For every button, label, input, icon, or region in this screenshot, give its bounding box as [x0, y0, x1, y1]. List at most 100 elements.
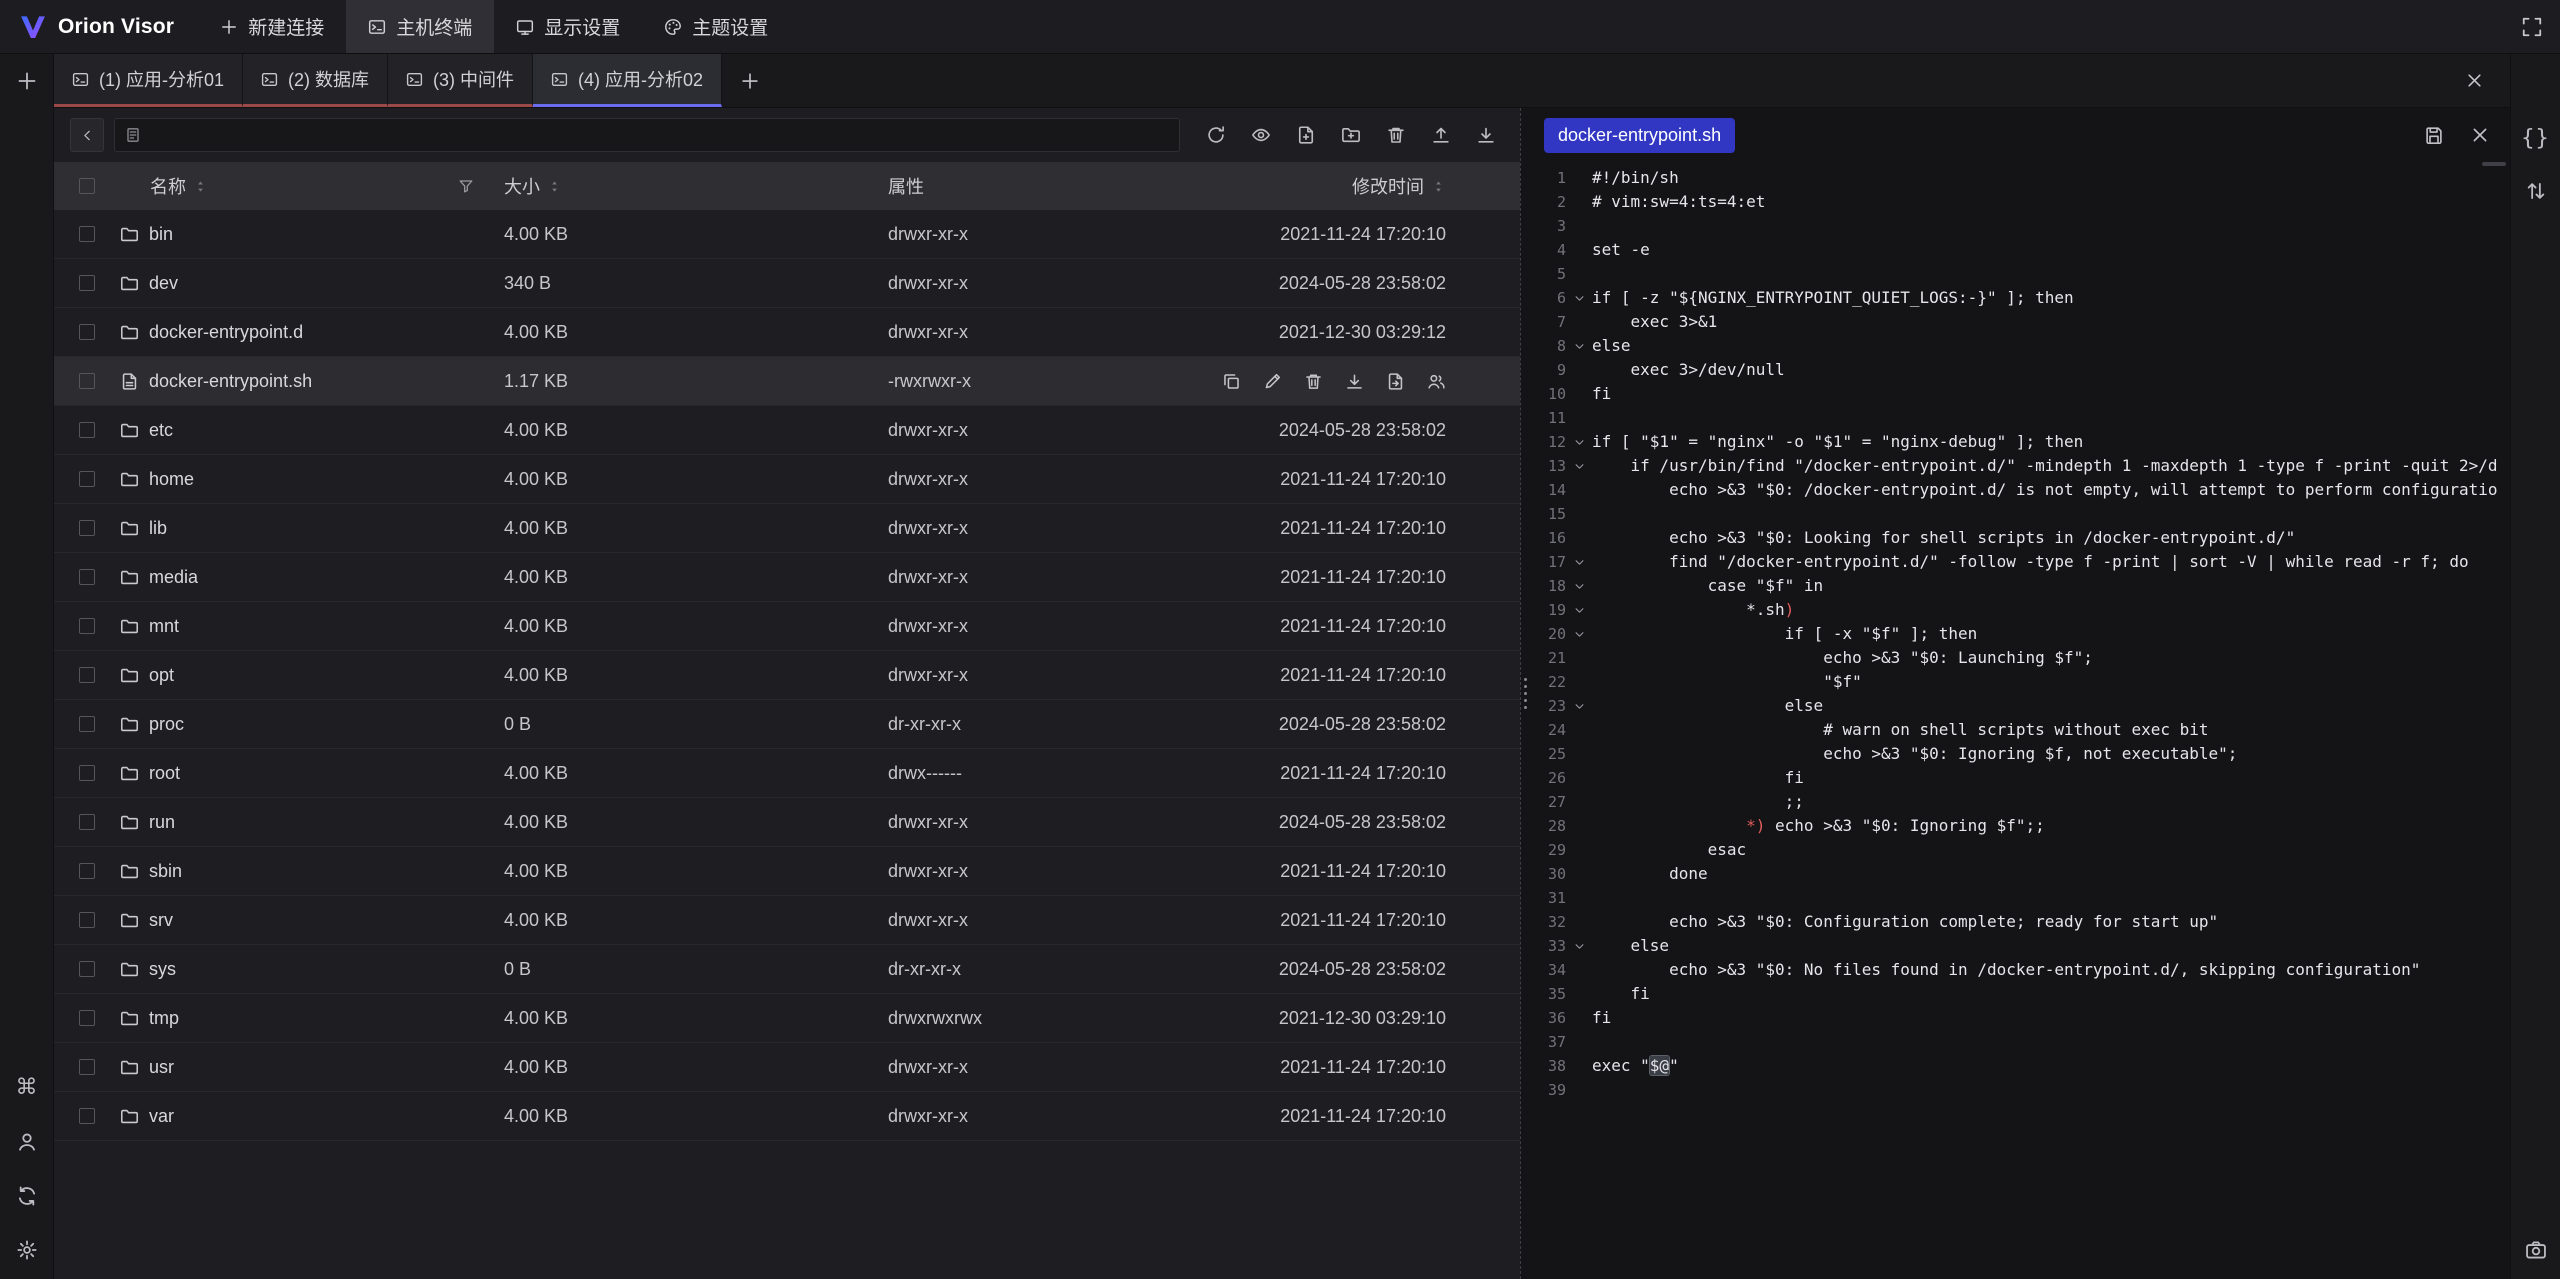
eye-icon[interactable]: [1251, 125, 1271, 145]
file-attr: dr-xr-xr-x: [888, 714, 1218, 735]
table-row[interactable]: opt4.00 KBdrwxr-xr-x2021-11-24 17:20:10: [54, 651, 1520, 700]
row-checkbox[interactable]: [79, 961, 95, 977]
row-checkbox[interactable]: [79, 324, 95, 340]
column-header-0[interactable]: 名称: [120, 173, 504, 199]
swap-vertical-icon[interactable]: [2525, 180, 2547, 202]
camera-icon[interactable]: [2525, 1239, 2547, 1261]
add-tab-button[interactable]: [722, 54, 778, 107]
sort-carets-icon[interactable]: [547, 179, 562, 194]
row-checkbox[interactable]: [79, 814, 95, 830]
code-area[interactable]: 1#!/bin/sh2# vim:sw=4:ts=4:et34set -e56i…: [1530, 162, 2510, 1279]
sort-carets-icon[interactable]: [193, 179, 208, 194]
select-all-checkbox[interactable]: [79, 178, 95, 194]
download-icon[interactable]: [1476, 125, 1496, 145]
user-icon[interactable]: [16, 1131, 38, 1153]
trash-icon[interactable]: [1304, 372, 1323, 391]
row-checkbox[interactable]: [79, 471, 95, 487]
table-row[interactable]: media4.00 KBdrwxr-xr-x2021-11-24 17:20:1…: [54, 553, 1520, 602]
fullscreen-icon[interactable]: [2504, 16, 2560, 38]
table-row[interactable]: lib4.00 KBdrwxr-xr-x2021-11-24 17:20:10: [54, 504, 1520, 553]
column-header-3[interactable]: 修改时间: [1218, 173, 1446, 199]
back-button[interactable]: [70, 118, 104, 152]
row-checkbox[interactable]: [79, 1010, 95, 1026]
nav-item-1[interactable]: 主机终端: [346, 0, 494, 53]
row-checkbox[interactable]: [79, 765, 95, 781]
edit-icon[interactable]: [1263, 372, 1282, 391]
table-row[interactable]: var4.00 KBdrwxr-xr-x2021-11-24 17:20:10: [54, 1092, 1520, 1141]
editor-close-icon[interactable]: [2470, 125, 2490, 145]
row-checkbox[interactable]: [79, 618, 95, 634]
fold-chevron-icon[interactable]: [1566, 436, 1592, 449]
session-tab-1[interactable]: (2) 数据库: [243, 54, 388, 107]
table-row[interactable]: etc4.00 KBdrwxr-xr-x2024-05-28 23:58:02: [54, 406, 1520, 455]
upload-icon[interactable]: [1431, 125, 1451, 145]
permission-icon[interactable]: [1427, 372, 1446, 391]
refresh-icon[interactable]: [1206, 125, 1226, 145]
column-header-2[interactable]: 属性: [888, 173, 1218, 199]
session-tab-0[interactable]: (1) 应用-分析01: [54, 54, 243, 107]
table-row[interactable]: docker-entrypoint.d4.00 KBdrwxr-xr-x2021…: [54, 308, 1520, 357]
braces-icon[interactable]: {}: [2521, 128, 2550, 150]
row-checkbox[interactable]: [79, 520, 95, 536]
editor-scrollbar[interactable]: [2482, 162, 2506, 166]
table-row[interactable]: root4.00 KBdrwx------2021-11-24 17:20:10: [54, 749, 1520, 798]
close-panel-button[interactable]: [2439, 54, 2510, 107]
row-checkbox[interactable]: [79, 373, 95, 389]
copy-icon[interactable]: [1222, 372, 1241, 391]
fold-chevron-icon[interactable]: [1566, 292, 1592, 305]
row-checkbox[interactable]: [79, 226, 95, 242]
fold-chevron-icon[interactable]: [1566, 340, 1592, 353]
save-icon[interactable]: [2424, 125, 2444, 145]
row-checkbox[interactable]: [79, 716, 95, 732]
line-number: 15: [1530, 502, 1566, 526]
move-icon[interactable]: [1386, 372, 1405, 391]
logo[interactable]: Orion Visor: [0, 12, 198, 42]
gear-icon[interactable]: [16, 1239, 38, 1261]
sync-icon[interactable]: [16, 1185, 38, 1207]
table-row[interactable]: sbin4.00 KBdrwxr-xr-x2021-11-24 17:20:10: [54, 847, 1520, 896]
nav-item-3[interactable]: 主题设置: [642, 0, 790, 53]
fold-chevron-icon[interactable]: [1566, 580, 1592, 593]
fold-chevron-icon[interactable]: [1566, 556, 1592, 569]
panel-resize-divider[interactable]: [1520, 108, 1530, 1279]
plus-icon[interactable]: [16, 70, 38, 92]
path-input[interactable]: [114, 118, 1180, 152]
nav-item-0[interactable]: 新建连接: [198, 0, 346, 53]
session-tab-3[interactable]: (4) 应用-分析02: [533, 54, 722, 107]
table-row[interactable]: home4.00 KBdrwxr-xr-x2021-11-24 17:20:10: [54, 455, 1520, 504]
table-row[interactable]: dev340 Bdrwxr-xr-x2024-05-28 23:58:02: [54, 259, 1520, 308]
session-tab-2[interactable]: (3) 中间件: [388, 54, 533, 107]
fold-chevron-icon[interactable]: [1566, 604, 1592, 617]
row-checkbox[interactable]: [79, 569, 95, 585]
new-file-icon[interactable]: [1296, 125, 1316, 145]
row-checkbox[interactable]: [79, 667, 95, 683]
row-checkbox[interactable]: [79, 1059, 95, 1075]
fold-chevron-icon[interactable]: [1566, 460, 1592, 473]
fold-chevron-icon[interactable]: [1566, 940, 1592, 953]
table-row[interactable]: run4.00 KBdrwxr-xr-x2024-05-28 23:58:02: [54, 798, 1520, 847]
row-checkbox[interactable]: [79, 275, 95, 291]
table-row[interactable]: tmp4.00 KBdrwxrwxrwx2021-12-30 03:29:10: [54, 994, 1520, 1043]
column-header-1[interactable]: 大小: [504, 173, 888, 199]
table-row[interactable]: sys0 Bdr-xr-xr-x2024-05-28 23:58:02: [54, 945, 1520, 994]
table-row[interactable]: usr4.00 KBdrwxr-xr-x2021-11-24 17:20:10: [54, 1043, 1520, 1092]
command-icon[interactable]: ⌘: [16, 1077, 38, 1099]
table-row[interactable]: bin4.00 KBdrwxr-xr-x2021-11-24 17:20:10: [54, 210, 1520, 259]
table-row[interactable]: srv4.00 KBdrwxr-xr-x2021-11-24 17:20:10: [54, 896, 1520, 945]
row-checkbox[interactable]: [79, 422, 95, 438]
table-row[interactable]: docker-entrypoint.sh1.17 KB-rwxrwxr-x: [54, 357, 1520, 406]
row-checkbox[interactable]: [79, 1108, 95, 1124]
fold-chevron-icon[interactable]: [1566, 700, 1592, 713]
fold-chevron-icon[interactable]: [1566, 628, 1592, 641]
filter-icon[interactable]: [458, 178, 474, 194]
trash-icon[interactable]: [1386, 125, 1406, 145]
sort-carets-icon[interactable]: [1431, 179, 1446, 194]
new-folder-icon[interactable]: [1341, 125, 1361, 145]
nav-item-2[interactable]: 显示设置: [494, 0, 642, 53]
row-checkbox[interactable]: [79, 863, 95, 879]
download-icon[interactable]: [1345, 372, 1364, 391]
editor-file-tab[interactable]: docker-entrypoint.sh: [1544, 118, 1735, 153]
table-row[interactable]: mnt4.00 KBdrwxr-xr-x2021-11-24 17:20:10: [54, 602, 1520, 651]
table-row[interactable]: proc0 Bdr-xr-xr-x2024-05-28 23:58:02: [54, 700, 1520, 749]
row-checkbox[interactable]: [79, 912, 95, 928]
